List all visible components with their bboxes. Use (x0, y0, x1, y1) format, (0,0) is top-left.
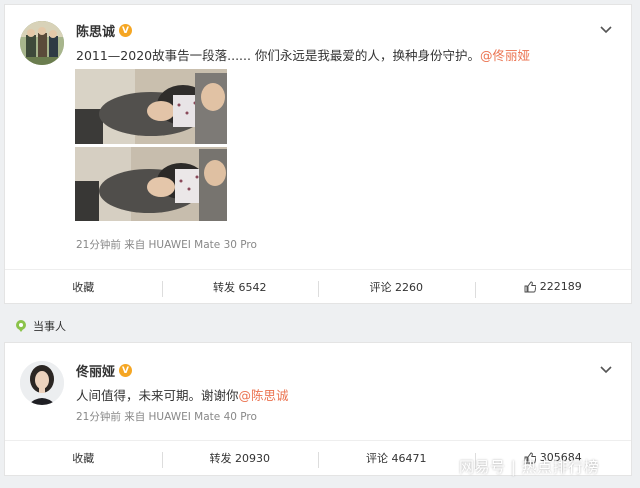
collect-button[interactable]: 收藏 (5, 279, 162, 295)
repost-button[interactable]: 转发 6542 (161, 279, 319, 297)
author-name-text[interactable]: 佟丽娅 (76, 361, 115, 380)
collect-label[interactable]: 收藏 (72, 450, 94, 466)
author-name[interactable]: 佟丽娅 V (76, 361, 133, 380)
avatar[interactable] (20, 21, 64, 65)
like-button[interactable]: 222189 (474, 280, 632, 298)
comment-label[interactable]: 评论 46471 (366, 450, 427, 466)
post-text: 2011—2020故事告一段落...... 你们永远是我最爱的人，换种身份守护。… (76, 45, 530, 64)
section-label: 当事人 (14, 318, 66, 334)
post-meta: 21分钟前 来自 HUAWEI Mate 30 Pro (76, 239, 257, 251)
repost-label[interactable]: 转发 20930 (210, 450, 271, 466)
avatar[interactable] (20, 361, 64, 405)
author-name[interactable]: 陈思诚 V (76, 21, 133, 40)
collect-label[interactable]: 收藏 (72, 279, 94, 295)
verified-badge-icon: V (119, 364, 133, 377)
weibo-post-card: 陈思诚 V 2011—2020故事告一段落...... 你们永远是我最爱的人，换… (4, 4, 632, 304)
post-body: 人间值得，未来可期。谢谢你 (76, 388, 239, 403)
thumbs-up-icon[interactable] (524, 281, 536, 293)
comment-button[interactable]: 评论 46471 (318, 450, 475, 468)
post-image[interactable] (75, 69, 227, 221)
post-meta: 21分钟前 来自 HUAWEI Mate 40 Pro (76, 411, 257, 423)
chevron-down-icon[interactable] (599, 365, 613, 375)
author-name-text[interactable]: 陈思诚 (76, 21, 115, 40)
action-bar: 收藏 转发 6542 评论 2260 222189 (5, 269, 631, 303)
mention-link[interactable]: @陈思诚 (239, 388, 289, 403)
comment-label[interactable]: 评论 2260 (370, 279, 424, 295)
chevron-down-icon[interactable] (599, 25, 613, 35)
like-count[interactable]: 222189 (540, 280, 582, 293)
verified-badge-icon: V (119, 24, 133, 37)
post-text: 人间值得，未来可期。谢谢你@陈思诚 (76, 385, 289, 404)
section-label-text: 当事人 (33, 320, 66, 333)
collect-button[interactable]: 收藏 (5, 450, 162, 466)
location-pin-icon (16, 320, 26, 332)
repost-button[interactable]: 转发 20930 (161, 450, 319, 468)
repost-label[interactable]: 转发 6542 (213, 279, 267, 295)
watermark: 网易号 | 热点排行榜 (459, 458, 600, 476)
post-body: 2011—2020故事告一段落...... 你们永远是我最爱的人，换种身份守护。 (76, 48, 480, 63)
mention-link[interactable]: @佟丽娅 (480, 48, 530, 63)
comment-button[interactable]: 评论 2260 (318, 279, 475, 297)
